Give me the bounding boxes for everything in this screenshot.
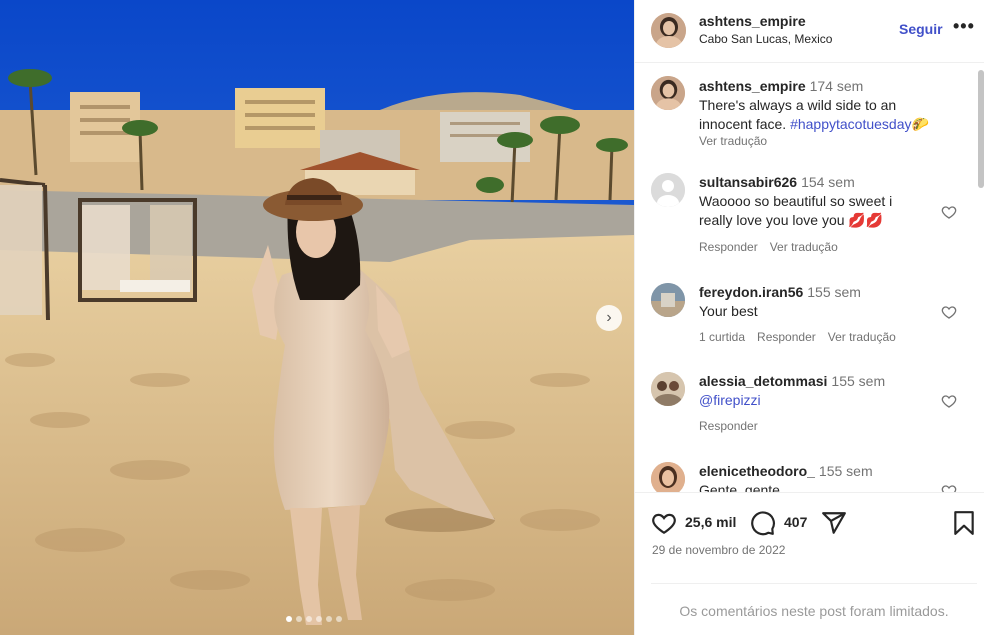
avatar[interactable]: [651, 372, 685, 406]
comment-username[interactable]: elenicetheodoro_: [699, 463, 815, 479]
more-options-icon[interactable]: •••: [953, 16, 975, 37]
bookmark-icon[interactable]: [951, 510, 977, 536]
avatar[interactable]: [651, 13, 686, 48]
translate-link[interactable]: Ver tradução: [828, 330, 896, 344]
like-comment-heart-icon[interactable]: [941, 393, 957, 409]
comments-count[interactable]: 407: [784, 514, 807, 530]
comment-username[interactable]: fereydon.iran56: [699, 284, 803, 300]
comment-time[interactable]: 155 sem: [831, 373, 885, 389]
caption-hashtag[interactable]: #happytacotuesday: [790, 116, 911, 132]
caption-text-wrap: There's always a wild side to an innocen…: [699, 96, 949, 134]
taco-emoji: 🌮: [911, 116, 929, 132]
post-media[interactable]: ›: [0, 0, 634, 635]
likes-count[interactable]: 25,6 mil: [685, 514, 736, 530]
caption-time[interactable]: 174 sem: [810, 78, 864, 94]
comments-limited-notice: Os comentários neste post foram limitado…: [651, 583, 977, 619]
comment-text: Your best: [699, 303, 758, 319]
comment-time[interactable]: 154 sem: [801, 174, 855, 190]
comment-meta: 1 curtida Responder Ver tradução: [699, 330, 908, 344]
like-comment-heart-icon[interactable]: [941, 483, 957, 492]
avatar[interactable]: [651, 173, 685, 207]
carousel-dot: [306, 616, 312, 622]
carousel-dot: [316, 616, 322, 622]
comment-mention[interactable]: @firepizzi: [699, 391, 929, 410]
comment-time[interactable]: 155 sem: [807, 284, 861, 300]
comment-username[interactable]: sultansabir626: [699, 174, 797, 190]
carousel-dot: [326, 616, 332, 622]
follow-button[interactable]: Seguir: [899, 21, 943, 37]
like-comment-heart-icon[interactable]: [941, 204, 957, 220]
comment-icon[interactable]: [750, 510, 776, 536]
carousel-dot: [296, 616, 302, 622]
post-actions: 25,6 mil 407 29 de novembro de 2022: [635, 492, 984, 590]
comment-time[interactable]: 155 sem: [819, 463, 873, 479]
caption-username[interactable]: ashtens_empire: [699, 78, 806, 94]
likes-count[interactable]: 1 curtida: [699, 330, 745, 344]
avatar[interactable]: [651, 76, 685, 110]
post-location[interactable]: Cabo San Lucas, Mexico: [699, 32, 832, 46]
author-username[interactable]: ashtens_empire: [699, 13, 806, 29]
carousel-indicator: [286, 616, 342, 622]
reply-link[interactable]: Responder: [699, 419, 758, 433]
reply-link[interactable]: Responder: [699, 240, 758, 254]
chevron-right-icon: ›: [606, 309, 612, 326]
post-sidebar: ashtens_empire Cabo San Lucas, Mexico Se…: [634, 0, 984, 635]
comment-text: Gente, gente: [699, 482, 780, 492]
comments-scrollbar[interactable]: [978, 70, 984, 188]
post-header: ashtens_empire Cabo San Lucas, Mexico Se…: [635, 0, 984, 63]
carousel-dot: [286, 616, 292, 622]
caption-meta: Ver tradução: [699, 134, 779, 148]
comment-meta: Responder: [699, 419, 770, 433]
comments-list[interactable]: ashtens_empire 174 sem There's always a w…: [635, 64, 984, 492]
reply-link[interactable]: Responder: [757, 330, 816, 344]
avatar[interactable]: [651, 462, 685, 492]
share-icon[interactable]: [821, 510, 847, 536]
comment-meta: Responder Ver tradução: [699, 240, 850, 254]
carousel-dot: [336, 616, 342, 622]
like-comment-heart-icon[interactable]: [941, 304, 957, 320]
avatar[interactable]: [651, 283, 685, 317]
heart-icon[interactable]: [651, 510, 677, 536]
comment-text: Waoooo so beautiful so sweet i really lo…: [699, 193, 893, 228]
caption-translate-link[interactable]: Ver tradução: [699, 134, 767, 148]
comment-username[interactable]: alessia_detommasi: [699, 373, 827, 389]
translate-link[interactable]: Ver tradução: [770, 240, 838, 254]
next-photo-button[interactable]: ›: [596, 305, 622, 331]
post-date[interactable]: 29 de novembro de 2022: [652, 543, 785, 557]
post-photo: [0, 0, 634, 635]
